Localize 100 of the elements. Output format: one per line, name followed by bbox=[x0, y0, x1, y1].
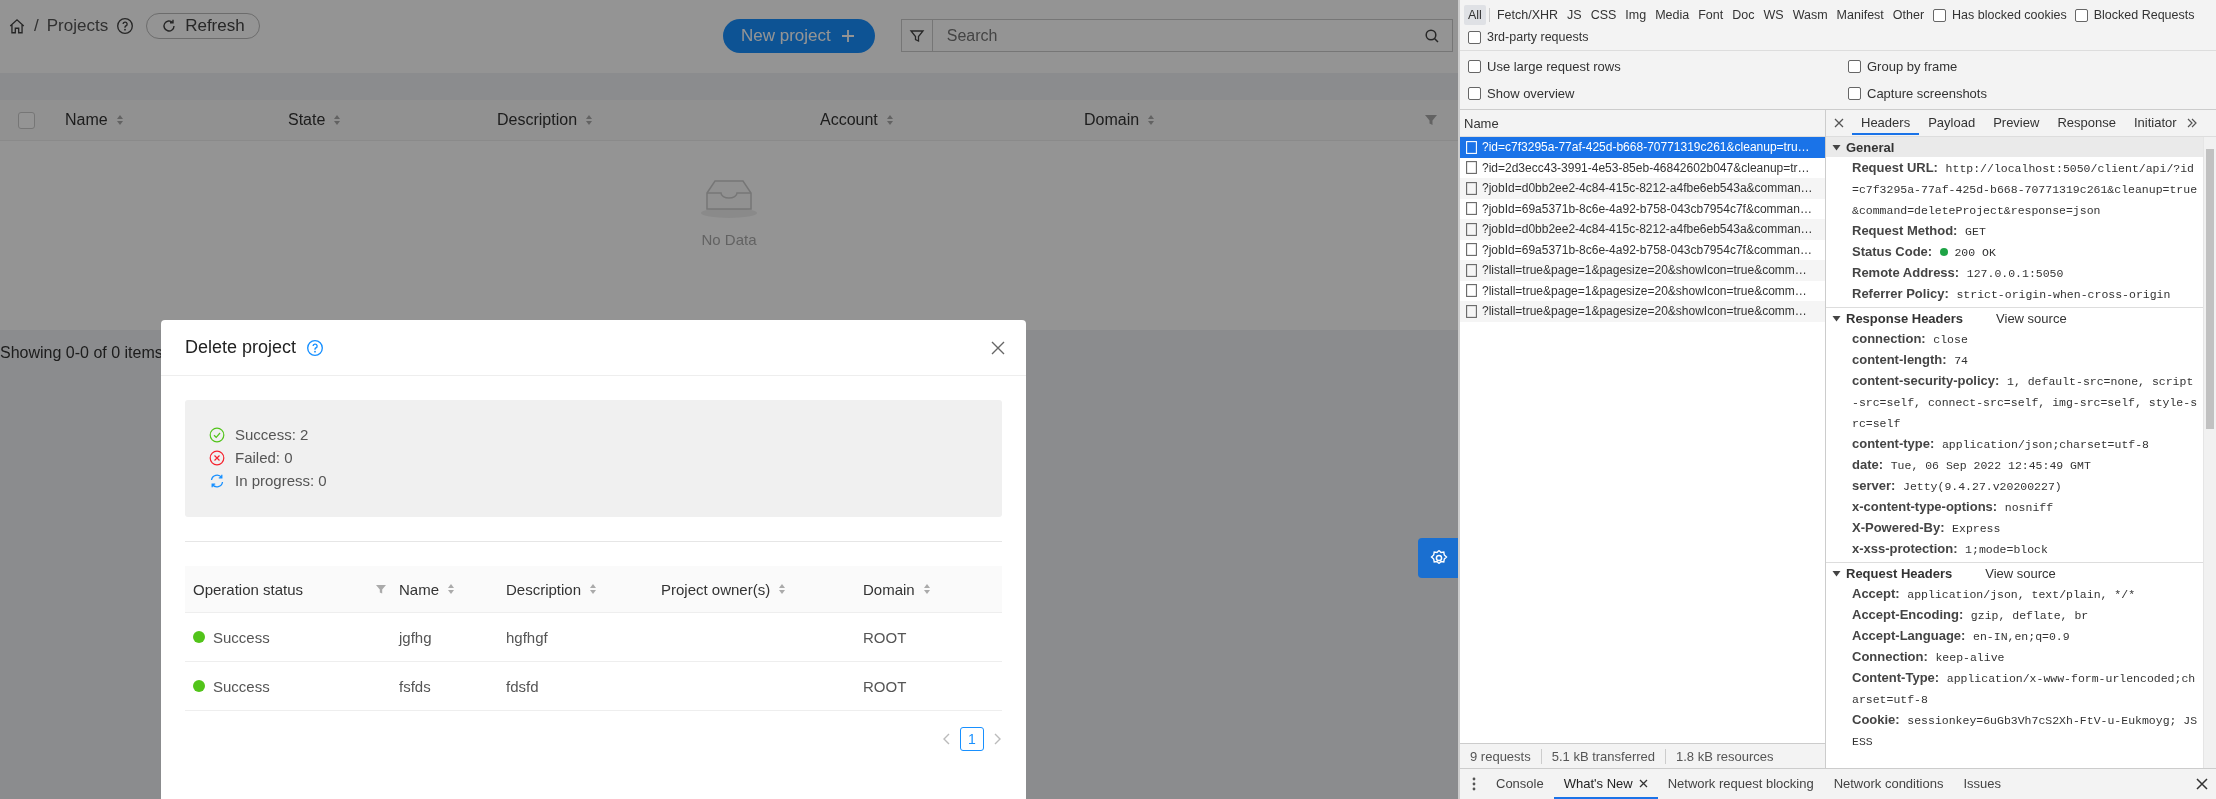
drawer-tab[interactable]: Issues bbox=[1953, 769, 2012, 799]
request-row[interactable]: ?jobId=d0bb2ee2-4c84-415c-8212-a4fbe6eb543a&comman… bbox=[1460, 178, 1825, 199]
table-cell: jgfhg bbox=[399, 628, 432, 646]
type-filter-button[interactable]: Doc bbox=[1728, 5, 1759, 25]
search-field[interactable]: Search bbox=[932, 19, 1453, 52]
summary-text: In progress: 0 bbox=[235, 472, 327, 489]
view-source-link[interactable]: View source bbox=[1996, 310, 2067, 326]
close-icon[interactable] bbox=[1638, 778, 1648, 788]
document-icon bbox=[1466, 304, 1477, 318]
detail-tab[interactable]: Preview bbox=[1984, 111, 2049, 135]
checkbox-label[interactable]: Group by frame bbox=[1867, 59, 1958, 74]
close-icon[interactable] bbox=[2196, 778, 2208, 790]
type-filter-button[interactable]: Wasm bbox=[1788, 5, 1832, 25]
drawer-tab[interactable]: Network conditions bbox=[1823, 769, 1954, 799]
request-row[interactable]: ?id=c7f3295a-77af-425d-b668-70771319c261&cleanup=tru… bbox=[1460, 137, 1825, 158]
type-filter-button[interactable]: Media bbox=[1651, 5, 1694, 25]
request-row[interactable]: ?jobId=69a5371b-8c6e-4a92-b758-043cb7954c7f&comman… bbox=[1460, 239, 1825, 260]
home-icon[interactable] bbox=[8, 17, 26, 35]
header-line: content-length: 74 bbox=[1852, 351, 1970, 369]
close-icon[interactable] bbox=[990, 339, 1006, 356]
section-title[interactable]: Request Headers bbox=[1846, 565, 1953, 581]
drawer-tab[interactable]: Console bbox=[1486, 769, 1554, 799]
drawer-tab[interactable]: What's New bbox=[1553, 769, 1658, 799]
header-line: Request URL: http://localhost:5050/client/api/?id=c7f3295a-77af-425d-b668-70771319c261&cleanup=true&command=deleteProject&response=json bbox=[1852, 159, 2199, 219]
help-icon[interactable] bbox=[116, 17, 135, 35]
detail-tab[interactable]: Response bbox=[2048, 111, 2125, 135]
header-line: Accept-Encoding: gzip, deflate, br bbox=[1852, 606, 2090, 624]
column-header[interactable]: Description bbox=[506, 580, 582, 598]
column-header[interactable]: Domain bbox=[863, 580, 915, 598]
request-row[interactable]: ?jobId=69a5371b-8c6e-4a92-b758-043cb7954c7f&comman… bbox=[1460, 198, 1825, 219]
filter-button[interactable] bbox=[900, 19, 933, 52]
summary-text: Success: 2 bbox=[235, 426, 309, 443]
column-header[interactable]: Name bbox=[1464, 115, 1499, 131]
header-line: x-content-type-options: nosniff bbox=[1852, 498, 2055, 516]
detail-tab[interactable]: Headers bbox=[1852, 111, 1920, 135]
help-icon[interactable] bbox=[306, 338, 325, 357]
summary-text: Failed: 0 bbox=[235, 449, 293, 466]
checkbox[interactable] bbox=[1468, 30, 1481, 44]
breadcrumb-separator: / bbox=[34, 16, 39, 36]
section-title[interactable]: General bbox=[1846, 139, 1895, 155]
type-filter-button[interactable]: WS bbox=[1759, 5, 1788, 25]
filter-icon bbox=[908, 27, 925, 44]
status-text: 1.8 kB resources bbox=[1675, 748, 1775, 764]
type-filter-button[interactable]: All bbox=[1464, 5, 1486, 25]
drawer-tab[interactable]: Network request blocking bbox=[1657, 769, 1824, 799]
detail-tab[interactable]: Initiator bbox=[2124, 111, 2186, 135]
expand-triangle-icon[interactable] bbox=[1832, 313, 1841, 323]
checkbox-label[interactable]: Capture screenshots bbox=[1867, 86, 1987, 101]
type-filter-button[interactable]: Other bbox=[1888, 5, 1929, 25]
checkbox[interactable] bbox=[1468, 87, 1481, 100]
column-header[interactable]: Domain bbox=[1084, 111, 1140, 129]
header-value: 200 OK bbox=[1954, 246, 1996, 259]
status-text: 5.1 kB transferred bbox=[1541, 748, 1667, 764]
search-icon bbox=[1423, 27, 1440, 44]
column-header[interactable]: Description bbox=[497, 111, 578, 129]
column-header[interactable]: Name bbox=[65, 111, 108, 129]
request-row[interactable]: ?id=2d3ecc43-3991-4e53-85eb-46842602b047&cleanup=tr… bbox=[1460, 157, 1825, 178]
request-row[interactable]: ?listall=true&page=1&pagesize=20&showIcon=true&comm… bbox=[1460, 280, 1825, 301]
request-row[interactable]: ?listall=true&page=1&pagesize=20&showIcon=true&comm… bbox=[1460, 301, 1825, 322]
checkbox[interactable] bbox=[1933, 8, 1947, 22]
more-options-icon[interactable] bbox=[1472, 777, 1476, 791]
column-header[interactable]: Account bbox=[820, 111, 878, 129]
view-source-link[interactable]: View source bbox=[1985, 565, 2056, 581]
checkbox-label[interactable]: Blocked Requests bbox=[2093, 8, 2195, 22]
select-all-checkbox[interactable] bbox=[18, 111, 35, 129]
expand-triangle-icon[interactable] bbox=[1832, 568, 1841, 578]
type-filter-button[interactable]: CSS bbox=[1586, 5, 1621, 25]
checkbox[interactable] bbox=[1848, 87, 1861, 100]
close-icon[interactable] bbox=[1834, 118, 1844, 128]
checkbox[interactable] bbox=[1848, 60, 1861, 73]
more-tabs-icon[interactable] bbox=[2185, 117, 2198, 129]
type-filter-button[interactable]: Fetch/XHR bbox=[1492, 5, 1563, 25]
request-row[interactable]: ?jobId=d0bb2ee2-4c84-415c-8212-a4fbe6eb543a&comman… bbox=[1460, 219, 1825, 240]
column-header[interactable]: Name bbox=[399, 580, 439, 598]
header-line: X-Powered-By: Express bbox=[1852, 519, 2002, 537]
checkbox[interactable] bbox=[1468, 60, 1481, 73]
checkbox[interactable] bbox=[2074, 8, 2088, 22]
header-name: Status Code: bbox=[1852, 244, 1933, 259]
table-cell: fdsfd bbox=[506, 677, 539, 695]
settings-button[interactable] bbox=[1418, 538, 1458, 578]
scrollbar[interactable] bbox=[2203, 137, 2216, 768]
request-row[interactable]: ?listall=true&page=1&pagesize=20&showIcon=true&comm… bbox=[1460, 260, 1825, 281]
column-header[interactable]: Project owner(s) bbox=[661, 580, 771, 598]
document-icon bbox=[1466, 222, 1477, 236]
refresh-button[interactable]: Refresh bbox=[146, 13, 260, 39]
header-line: Referrer Policy: strict-origin-when-cross-origin bbox=[1852, 285, 2172, 303]
checkbox-label[interactable]: 3rd-party requests bbox=[1487, 30, 1589, 44]
column-header[interactable]: State bbox=[288, 111, 326, 129]
header-line: Accept-Language: en-IN,en;q=0.9 bbox=[1852, 627, 2071, 645]
detail-tab[interactable]: Payload bbox=[1919, 111, 1985, 135]
column-header[interactable]: Operation status bbox=[193, 580, 304, 598]
checkbox-label[interactable]: Use large request rows bbox=[1487, 59, 1621, 74]
type-filter-button[interactable]: JS bbox=[1563, 5, 1586, 25]
type-filter-button[interactable]: Font bbox=[1694, 5, 1728, 25]
expand-triangle-icon[interactable] bbox=[1832, 142, 1841, 152]
checkbox-label[interactable]: Has blocked cookies bbox=[1952, 8, 2067, 22]
section-title[interactable]: Response Headers bbox=[1846, 310, 1964, 326]
type-filter-button[interactable]: Img bbox=[1621, 5, 1651, 25]
type-filter-button[interactable]: Manifest bbox=[1832, 5, 1888, 25]
checkbox-label[interactable]: Show overview bbox=[1487, 86, 1575, 101]
